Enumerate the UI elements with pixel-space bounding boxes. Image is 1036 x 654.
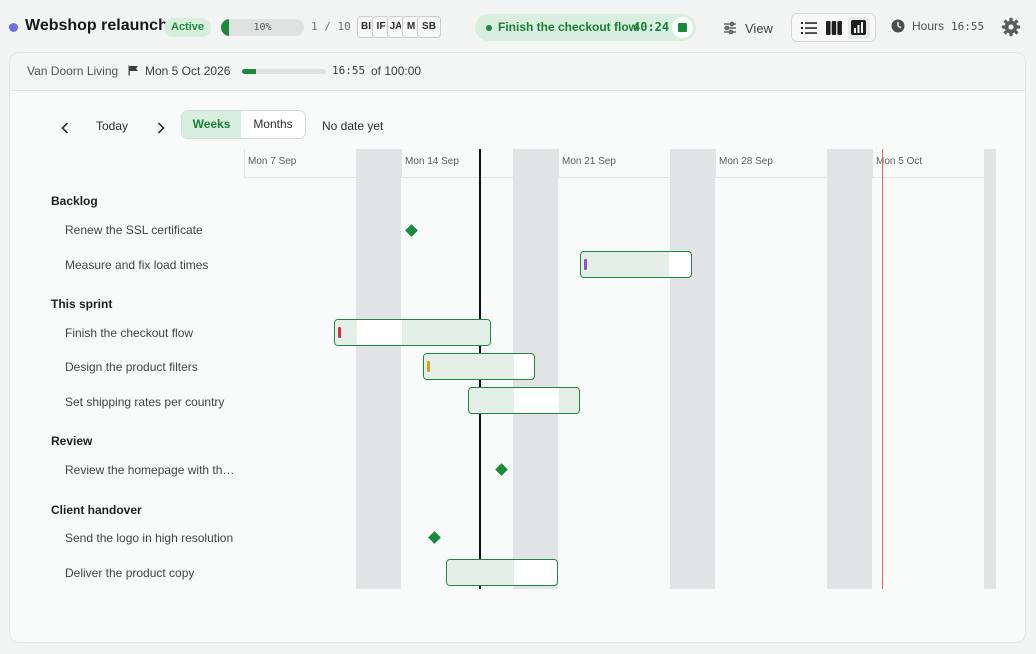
group-label[interactable]: Backlog: [51, 194, 98, 208]
project-info-bar: Van Doorn Living Mon 5 Oct 2026 16:55 of…: [10, 53, 1025, 91]
group-label[interactable]: This sprint: [51, 297, 112, 311]
gantt-view-button[interactable]: [847, 16, 870, 39]
team-avatars[interactable]: BI IF JA M SB: [357, 16, 441, 38]
weekend-shade: [827, 149, 872, 589]
task-label[interactable]: Deliver the product copy: [65, 566, 235, 580]
group-label[interactable]: Client handover: [51, 503, 142, 517]
week-label: Mon 7 Sep: [248, 156, 297, 167]
chart-icon: [851, 20, 866, 35]
task-bar-progress: [402, 320, 490, 345]
deadline-date[interactable]: Mon 5 Oct 2026: [145, 64, 230, 78]
view-label: View: [745, 20, 773, 36]
week-separator: [558, 149, 559, 177]
hours-value: 16:55: [951, 19, 985, 33]
task-label[interactable]: Send the logo in high resolution: [65, 531, 235, 545]
list-view-button[interactable]: [798, 17, 820, 39]
task-bar-progress: [469, 388, 514, 413]
task-bar-progress: [559, 388, 579, 413]
task-bar-progress: [447, 560, 514, 585]
group-label[interactable]: Review: [51, 434, 92, 448]
weekend-shade: [984, 149, 996, 589]
board-view-button[interactable]: [823, 17, 845, 39]
clock-icon: [891, 19, 905, 33]
stop-icon: [678, 23, 687, 32]
months-scale-button[interactable]: Months: [241, 111, 305, 138]
week-separator: [872, 149, 873, 177]
weekend-shade: [356, 149, 401, 589]
hours-label: Hours: [912, 19, 945, 33]
task-bar[interactable]: [334, 319, 491, 346]
view-mode-toggle: [791, 13, 876, 42]
next-period-button[interactable]: [150, 117, 172, 139]
gear-icon: [1001, 17, 1021, 37]
hours-summary[interactable]: Hours 16:55: [891, 19, 984, 33]
task-label[interactable]: Finish the checkout flow: [65, 326, 235, 340]
task-bar[interactable]: [580, 251, 692, 278]
weeks-scale-button[interactable]: Weeks: [182, 111, 241, 138]
task-bar-progress: [424, 354, 514, 379]
task-bar[interactable]: [446, 559, 558, 586]
task-bar-progress: [581, 252, 669, 277]
task-label[interactable]: Set shipping rates per country: [65, 395, 235, 409]
list-icon: [800, 21, 817, 34]
task-color-mark: [584, 259, 587, 270]
task-label[interactable]: Renew the SSL certificate: [65, 223, 235, 237]
hours-used: 16:55: [332, 64, 366, 77]
task-bar[interactable]: [423, 353, 535, 380]
task-color-mark: [338, 327, 341, 338]
settings-button[interactable]: [1001, 17, 1021, 37]
task-bar[interactable]: [468, 387, 580, 414]
week-label: Mon 14 Sep: [405, 156, 459, 167]
task-label[interactable]: Measure and fix load times: [65, 258, 235, 272]
task-color-mark: [427, 361, 430, 372]
stop-timer-button[interactable]: [672, 17, 693, 38]
project-title[interactable]: Webshop relaunch: [25, 17, 168, 35]
chevron-left-icon: [61, 122, 69, 134]
hours-progress-bar: [242, 69, 326, 74]
date-header-divider: [244, 177, 996, 178]
flag-icon: [128, 65, 138, 76]
project-progress-label: 10%: [253, 22, 272, 33]
timer-task-name: Finish the checkout flow: [498, 20, 639, 34]
avatar[interactable]: SB: [417, 16, 441, 38]
task-label[interactable]: Design the product filters: [65, 360, 235, 374]
hours-budget: of 100:00: [371, 64, 422, 78]
no-date-button[interactable]: No date yet: [322, 119, 383, 133]
weekend-shade: [670, 149, 715, 589]
timer-running-dot: [486, 25, 492, 31]
week-label: Mon 21 Sep: [562, 156, 616, 167]
week-separator: [715, 149, 716, 177]
previous-period-button[interactable]: [54, 117, 76, 139]
deadline-marker-line: [882, 149, 883, 589]
gantt-chart: Mon 7 Sep Mon 14 Sep Mon 21 Sep Mon 28 S…: [10, 149, 1025, 642]
week-separator: [244, 149, 245, 177]
milestone-diamond[interactable]: [495, 463, 508, 476]
hours-progress-fill: [242, 69, 257, 74]
running-timer[interactable]: Finish the checkout flow 40:24: [475, 14, 696, 41]
week-separator: [401, 149, 402, 177]
milestone-diamond[interactable]: [405, 224, 418, 237]
chevron-right-icon: [157, 122, 165, 134]
view-options-button[interactable]: View: [723, 17, 773, 39]
sliders-icon: [724, 21, 736, 35]
project-color-dot: [9, 23, 18, 32]
timer-elapsed: 40:24: [633, 20, 670, 34]
task-count: 1 / 10: [311, 20, 351, 33]
project-progress-bar: 10%: [221, 19, 304, 36]
timescale-toggle: Weeks Months: [181, 110, 306, 139]
top-bar: Webshop relaunch Active 10% 1 / 10 BI IF…: [0, 0, 1036, 54]
board-icon: [825, 20, 842, 35]
milestone-diamond[interactable]: [428, 531, 441, 544]
project-card: Van Doorn Living Mon 5 Oct 2026 16:55 of…: [9, 52, 1026, 643]
today-button[interactable]: Today: [96, 119, 128, 133]
status-badge[interactable]: Active: [164, 18, 212, 37]
client-name[interactable]: Van Doorn Living: [27, 64, 118, 78]
week-label: Mon 28 Sep: [719, 156, 773, 167]
task-label[interactable]: Review the homepage with the client: [65, 463, 235, 477]
